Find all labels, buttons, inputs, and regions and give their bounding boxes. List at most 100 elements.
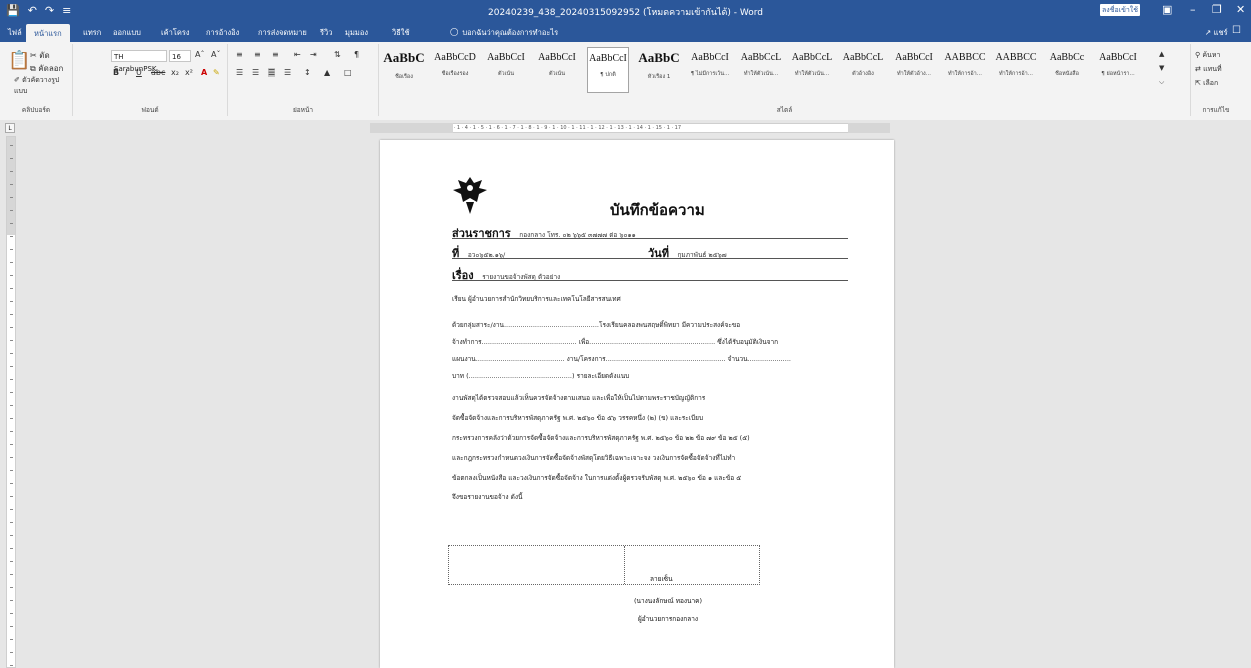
shrink-font-icon[interactable]: Aˇ bbox=[211, 50, 220, 59]
sort-icon[interactable]: ⇅ bbox=[334, 50, 341, 59]
style-item[interactable]: AaBbCcI ทำให้ตัวอ้าง... bbox=[893, 47, 935, 93]
ruler-tick bbox=[10, 158, 13, 159]
align-left-icon[interactable]: ☰ bbox=[236, 68, 243, 77]
ruler-tick bbox=[10, 379, 13, 380]
memo-title: บันทึกข้อความ bbox=[610, 201, 705, 219]
font-name-box[interactable]: TH SarabunPSK bbox=[111, 50, 167, 73]
style-name: ทำให้ตัวเน้น... bbox=[743, 71, 779, 77]
cut-button[interactable]: ✂ ตัด bbox=[30, 49, 50, 62]
style-item[interactable]: AABBCC ทำให้การอ้า... bbox=[995, 47, 1037, 93]
vertical-ruler-top-margin bbox=[7, 137, 15, 235]
sign-in-button[interactable]: ลงชื่อเข้าใช้ bbox=[1100, 4, 1140, 16]
strikethrough-icon[interactable]: abc bbox=[151, 68, 165, 77]
tab-selector-icon[interactable]: L bbox=[5, 123, 15, 133]
ruler-tick bbox=[10, 236, 13, 237]
styles-more-icon[interactable]: ⌵ bbox=[1159, 78, 1164, 87]
editing-group: ⚲ ค้นหา ⇄ แทนที่ ⇱ เลือก การแก้ไข bbox=[1191, 44, 1241, 116]
style-name: ¶ ย่อหน้ารา... bbox=[1101, 71, 1135, 77]
replace-button[interactable]: ⇄ แทนที่ bbox=[1195, 64, 1222, 75]
bullets-icon[interactable]: ≡ bbox=[236, 50, 243, 59]
numbering-icon[interactable]: ≡ bbox=[254, 50, 261, 59]
tab-mailings[interactable]: การส่งจดหมาย bbox=[258, 27, 307, 39]
copy-button[interactable]: ⧉ คัดลอก bbox=[30, 62, 63, 75]
tab-references[interactable]: การอ้างอิง bbox=[206, 27, 239, 39]
document-page[interactable]: บันทึกข้อความ ส่วนราชการ กองกลาง โทร. ๐๒… bbox=[380, 140, 894, 668]
body-line: แผนงาน..................................… bbox=[452, 355, 791, 363]
ruler-tick bbox=[10, 366, 13, 367]
underline-icon[interactable]: U bbox=[136, 68, 142, 77]
shading-icon[interactable]: ▲ bbox=[324, 68, 330, 77]
styles-scroll-up-icon[interactable]: ▲ bbox=[1159, 50, 1164, 58]
style-item[interactable]: AaBbCcI ¶ ปกติ bbox=[587, 47, 629, 93]
style-name: ¶ ปกติ bbox=[600, 72, 616, 78]
style-item[interactable]: AaBbCcI ตัวเน้น bbox=[485, 47, 527, 93]
tab-review[interactable]: รีวิว bbox=[320, 27, 332, 39]
tab-view[interactable]: มุมมอง bbox=[345, 27, 368, 39]
tab-insert[interactable]: แทรก bbox=[83, 27, 101, 39]
increase-indent-icon[interactable]: ⇥ bbox=[310, 50, 317, 59]
body-line: จัดซื้อจัดจ้างและการบริหารพัสดุภาครัฐ พ.… bbox=[452, 414, 704, 422]
style-item[interactable]: AaBbCcI ¶ ไม่มีการเว้น... bbox=[689, 47, 731, 93]
ruler-tick bbox=[10, 314, 13, 315]
ruler-tick bbox=[10, 522, 13, 523]
subscript-icon[interactable]: x₂ bbox=[171, 68, 179, 77]
styles-scroll-down-icon[interactable]: ▼ bbox=[1159, 64, 1164, 72]
style-item[interactable]: AaBbCcL ตัวอ้างอิง bbox=[842, 47, 884, 93]
style-item[interactable]: AABBCC ทำให้การอ้า... bbox=[944, 47, 986, 93]
ruler-tick bbox=[10, 405, 13, 406]
line-spacing-icon[interactable]: ↕ bbox=[304, 68, 311, 77]
share-button[interactable]: ↗ แชร์ bbox=[1205, 27, 1228, 39]
font-size-box[interactable]: 16 bbox=[169, 50, 191, 62]
style-item[interactable]: AaBbCcI ¶ ย่อหน้ารา... bbox=[1097, 47, 1139, 93]
style-name: ชื่อเรื่องรอง bbox=[441, 71, 469, 77]
style-item[interactable]: AaBbCcL ทำให้ตัวเน้น... bbox=[791, 47, 833, 93]
borders-icon[interactable]: □ bbox=[344, 68, 352, 77]
bold-icon[interactable]: B bbox=[113, 68, 119, 77]
style-item[interactable]: AaBbCc ชื่อหนังสือ bbox=[1046, 47, 1088, 93]
style-item[interactable]: AaBbC หัวเรื่อง 1 bbox=[638, 47, 680, 93]
minimize-icon[interactable]: – bbox=[1190, 3, 1196, 16]
ruler-tick bbox=[10, 353, 13, 354]
highlight-icon[interactable]: ✎ bbox=[213, 68, 220, 77]
close-icon[interactable]: ✕ bbox=[1236, 3, 1245, 16]
italic-icon[interactable]: I bbox=[125, 68, 127, 77]
decrease-indent-icon[interactable]: ⇤ bbox=[294, 50, 301, 59]
multilevel-list-icon[interactable]: ≡ bbox=[272, 50, 279, 59]
grow-font-icon[interactable]: Aˆ bbox=[195, 50, 204, 59]
font-group: TH SarabunPSK 16 Aˆ Aˇ B I U abc x₂ x² A… bbox=[73, 44, 228, 116]
align-center-icon[interactable]: ☰ bbox=[252, 68, 259, 77]
style-sample: AABBCC bbox=[944, 52, 986, 63]
style-item[interactable]: AaBbC ชื่อเรื่อง bbox=[383, 47, 425, 93]
pilcrow-icon[interactable]: ¶ bbox=[354, 50, 359, 59]
select-button[interactable]: ⇱ เลือก bbox=[1195, 78, 1218, 89]
restore-icon[interactable]: ❐ bbox=[1212, 3, 1222, 16]
salutation: เรียน ผู้อำนวยการสำนักวิทยบริการและเทคโน… bbox=[452, 295, 621, 303]
vertical-scrollbar[interactable] bbox=[1240, 136, 1251, 668]
select-label: เลือก bbox=[1203, 79, 1219, 87]
format-painter-button[interactable]: ✐ ตัวคัดวางรูปแบบ bbox=[14, 75, 72, 97]
find-button[interactable]: ⚲ ค้นหา bbox=[1195, 50, 1220, 61]
paste-icon[interactable]: 📋 bbox=[8, 50, 30, 71]
ruler-tick bbox=[10, 288, 13, 289]
style-item[interactable]: AaBbCcD ชื่อเรื่องรอง bbox=[434, 47, 476, 93]
tab-design[interactable]: ออกแบบ bbox=[113, 27, 141, 39]
tab-layout[interactable]: เค้าโครง bbox=[161, 27, 190, 39]
ruler-tick bbox=[10, 535, 13, 536]
superscript-icon[interactable]: x² bbox=[185, 68, 193, 77]
tell-me-search[interactable]: ◯ บอกฉันว่าคุณต้องการทำอะไร bbox=[450, 27, 558, 39]
body-line: จ้างทำการ...............................… bbox=[452, 338, 779, 346]
comments-icon[interactable]: ☐ bbox=[1232, 25, 1241, 36]
align-right-icon[interactable]: ☰ bbox=[268, 68, 276, 77]
body-line: บาท (...................................… bbox=[452, 372, 630, 380]
tab-help[interactable]: วิธีใช้ bbox=[392, 27, 410, 39]
body-line: ด้วยกลุ่มสาระ/งาน.......................… bbox=[452, 321, 741, 329]
ruler-tick bbox=[10, 340, 13, 341]
style-item[interactable]: AaBbCcI ตัวเน้น bbox=[536, 47, 578, 93]
ruler-right-margin bbox=[848, 123, 890, 133]
style-name: ชื่อเรื่อง bbox=[395, 74, 413, 80]
ribbon-display-options-icon[interactable]: ▣ bbox=[1162, 3, 1172, 16]
justify-icon[interactable]: ☰ bbox=[284, 68, 291, 77]
tab-file[interactable]: ไฟล์ bbox=[8, 27, 22, 39]
style-item[interactable]: AaBbCcL ทำให้ตัวเน้น... bbox=[740, 47, 782, 93]
font-color-icon[interactable]: A bbox=[201, 68, 207, 77]
